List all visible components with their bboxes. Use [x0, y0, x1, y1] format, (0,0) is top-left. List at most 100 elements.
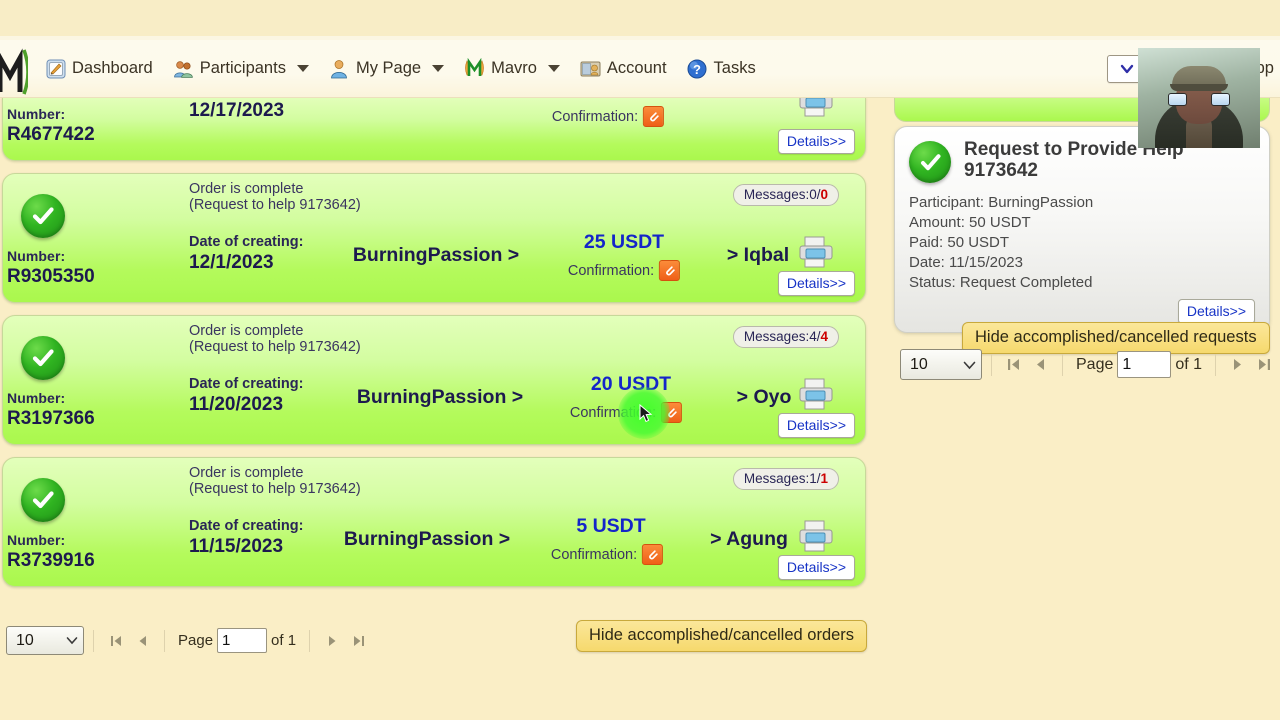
order-confirmation: Confirmation:	[570, 402, 683, 423]
order-amount: 5 USDT	[576, 515, 646, 537]
mavro-icon	[464, 58, 485, 79]
paperclip-icon[interactable]	[642, 544, 664, 565]
paperclip-icon[interactable]	[643, 106, 665, 127]
order-card[interactable]: Number: R3739916 Order is complete (Requ…	[2, 457, 866, 587]
nav-item-tasks[interactable]: ? Tasks	[678, 54, 765, 83]
orders-page-size-select[interactable]: 10	[6, 626, 84, 655]
orders-page-size-value: 10	[16, 631, 34, 649]
requests-next-page-button[interactable]	[1225, 352, 1251, 378]
order-card[interactable]: Number: R9305350 Order is complete (Requ…	[2, 173, 866, 303]
details-button[interactable]: Details>>	[777, 413, 855, 438]
svg-text:?: ?	[693, 62, 701, 77]
my-page-icon	[329, 58, 350, 79]
print-icon[interactable]	[797, 376, 835, 412]
orders-page-input[interactable]	[217, 628, 268, 653]
requests-page-input[interactable]	[1117, 351, 1172, 378]
orders-prev-page-button[interactable]	[129, 628, 155, 654]
order-confirmation: Confirmation:	[551, 544, 664, 565]
messages-unread: 1	[820, 471, 828, 486]
order-from-participant[interactable]: BurningPassion >	[344, 528, 510, 551]
details-button[interactable]: Details>>	[1177, 298, 1255, 324]
pager-divider	[991, 353, 992, 376]
order-request-ref: (Request to help 9173642)	[189, 197, 361, 213]
paperclip-icon[interactable]	[659, 260, 681, 281]
order-number: R4677422	[7, 124, 95, 145]
nav-label: Participants	[199, 59, 286, 77]
top-strip	[0, 0, 1280, 38]
nav-item-account[interactable]: Account	[571, 54, 676, 83]
order-from-participant[interactable]: BurningPassion >	[353, 244, 519, 267]
nav-item-my-page[interactable]: My Page	[320, 54, 453, 83]
account-icon	[580, 58, 601, 79]
messages-label: Messages:	[743, 187, 810, 202]
order-number: R3739916	[7, 550, 95, 571]
webcam-person-cap-brim	[1170, 84, 1228, 91]
order-to-participant[interactable]: > Oyo	[737, 386, 792, 409]
request-details-row: Details>>	[909, 298, 1255, 324]
messages-badge[interactable]: Messages:4/4	[732, 326, 839, 348]
print-icon[interactable]	[797, 234, 835, 270]
requests-last-page-button[interactable]	[1251, 352, 1277, 378]
chevron-down-icon[interactable]	[547, 65, 560, 72]
order-number: R3197366	[7, 408, 95, 429]
order-amount: 20 USDT	[590, 373, 672, 395]
webcam-person-glasses-left	[1168, 93, 1187, 106]
order-confirmation: Confirmation:	[568, 260, 681, 281]
messages-label: Messages:	[743, 471, 810, 486]
order-date: 11/20/2023	[189, 394, 284, 415]
nav-label: Account	[606, 59, 667, 77]
print-icon[interactable]	[797, 97, 835, 119]
request-title-line2: 9173642	[964, 160, 1038, 182]
order-date: 12/1/2023	[189, 252, 274, 273]
order-number-label: Number:	[7, 106, 66, 122]
orders-next-page-button[interactable]	[319, 628, 345, 654]
order-number: R9305350	[7, 266, 95, 287]
messages-unread: 4	[820, 329, 828, 344]
request-date: Date: 11/15/2023	[909, 253, 1023, 271]
nav-item-participants[interactable]: Participants	[164, 54, 318, 83]
webcam-person-glasses-right	[1211, 93, 1230, 106]
nav-item-mavro[interactable]: Mavro	[455, 54, 569, 83]
chevron-down-icon	[1120, 64, 1134, 74]
details-button[interactable]: Details>>	[777, 271, 855, 296]
details-button[interactable]: Details>>	[777, 555, 855, 580]
order-card[interactable]: Number: R4677422 12/17/2023 Confirmation…	[2, 97, 866, 161]
messages-read: 1	[809, 471, 817, 486]
request-paid: Paid: 50 USDT	[909, 233, 1010, 251]
nav-item-dashboard[interactable]: Dashboard	[36, 54, 162, 83]
order-request-ref: (Request to help 9173642)	[189, 339, 361, 355]
order-status-line: Order is complete	[189, 323, 304, 339]
hide-accomplished-orders-button[interactable]: Hide accomplished/cancelled orders	[576, 620, 868, 652]
request-card[interactable]: Request to Provide Help 9173642 Particip…	[894, 126, 1270, 333]
chevron-down-icon[interactable]	[432, 65, 445, 72]
requests-prev-page-button[interactable]	[1027, 352, 1053, 378]
dashboard-icon	[45, 58, 66, 79]
paperclip-icon[interactable]	[661, 402, 683, 423]
messages-badge[interactable]: Messages:0/0	[732, 184, 839, 206]
details-button[interactable]: Details>>	[777, 129, 855, 154]
requests-page-word: Page	[1076, 355, 1114, 373]
order-card[interactable]: Number: R3197366 Order is complete (Requ…	[2, 315, 866, 445]
order-date-label: Date of creating:	[189, 234, 304, 250]
tasks-icon: ?	[687, 58, 708, 79]
messages-read: 4	[809, 329, 817, 344]
mmm-logo-icon[interactable]	[0, 46, 28, 95]
order-from-participant[interactable]: BurningPassion >	[357, 386, 523, 409]
main-navigation: Dashboard Participants My Page Mavro Acc…	[0, 40, 1280, 98]
requests-first-page-button[interactable]	[1001, 352, 1027, 378]
order-to-participant[interactable]: > Agung	[710, 528, 788, 551]
order-date-label: Date of creating:	[189, 376, 304, 392]
requests-page-size-select[interactable]: 10	[900, 349, 982, 380]
orders-page-total: of 1	[271, 632, 297, 649]
orders-first-page-button[interactable]	[103, 628, 129, 654]
orders-last-page-button[interactable]	[345, 628, 371, 654]
nav-items: Dashboard Participants My Page Mavro Acc…	[36, 54, 767, 83]
order-number-label: Number:	[7, 390, 66, 406]
messages-badge[interactable]: Messages:1/1	[732, 468, 839, 490]
print-icon[interactable]	[797, 518, 835, 554]
order-to-participant[interactable]: > Iqbal	[727, 244, 789, 267]
pager-divider	[1215, 353, 1217, 376]
chevron-down-icon[interactable]	[296, 65, 309, 72]
order-request-ref: (Request to help 9173642)	[189, 481, 361, 497]
orders-list: Number: R4677422 12/17/2023 Confirmation…	[0, 97, 880, 617]
